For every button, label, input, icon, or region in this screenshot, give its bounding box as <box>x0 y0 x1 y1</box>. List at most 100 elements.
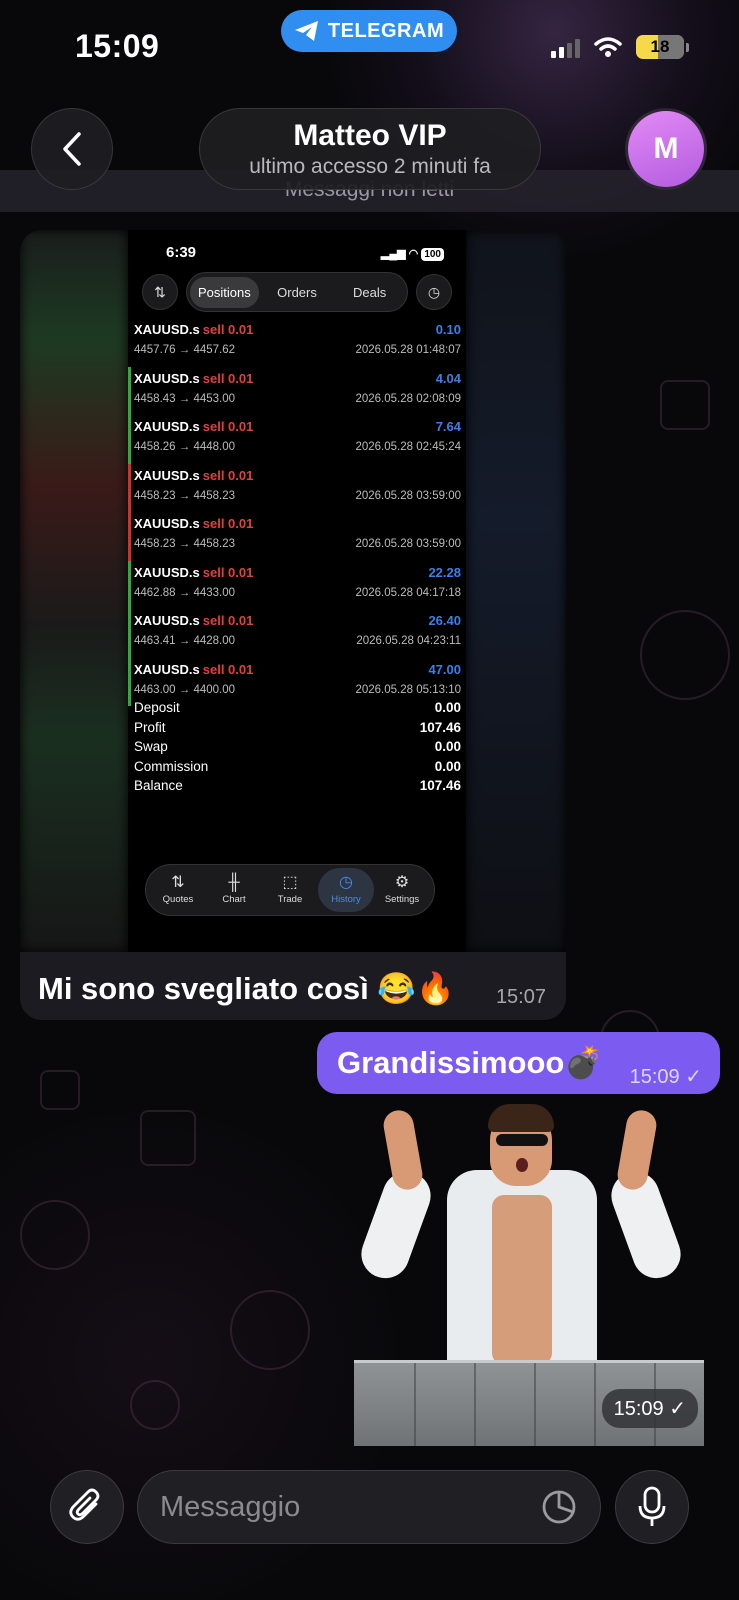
message-caption: Mi sono svegliato così 😂🔥 <box>38 971 455 1006</box>
screenshot-tabs: Positions Orders Deals <box>186 272 408 312</box>
sort-icon: ⇅ <box>142 274 178 310</box>
status-bar: 15:09 TELEGRAM 18 <box>0 0 739 96</box>
tab-positions: Positions <box>190 276 259 308</box>
chevron-left-icon <box>63 132 81 166</box>
trade-row: XAUUSD.s sell 0.01 4458.26 → 4448.00 7.64 20… <box>128 415 466 464</box>
trading-screenshot-photo[interactable]: 6:39 ▂▄▆ ◠ 100 ⇅ Positions Orders Deals … <box>20 230 566 952</box>
chat-title: Matteo VIP <box>293 119 447 152</box>
summary-label: Commission <box>134 758 209 774</box>
trade-symbol: XAUUSD.s sell 0.01 <box>134 467 254 483</box>
chat-title-pill[interactable]: Matteo VIP ultimo accesso 2 minuti fa <box>199 108 541 190</box>
trade-datetime: 2026.05.28 01:48:07 <box>355 344 461 356</box>
paperclip-icon <box>69 1488 100 1521</box>
wifi-icon <box>594 37 622 57</box>
summary-row: Deposit 0.00 <box>134 700 461 720</box>
summary-value: 107.46 <box>419 719 461 735</box>
quotes-icon: ⇅ <box>171 874 185 891</box>
battery-level: 18 <box>650 37 670 56</box>
trade-row: XAUUSD.s sell 0.01 4463.00 → 4400.00 47.00 2… <box>128 657 466 706</box>
sticker-icon[interactable] <box>540 1488 578 1526</box>
wallpaper-doodle <box>130 1380 180 1430</box>
incoming-photo-message[interactable]: 6:39 ▂▄▆ ◠ 100 ⇅ Positions Orders Deals … <box>20 230 566 1020</box>
trade-datetime: 2026.05.28 03:59:00 <box>355 489 461 502</box>
telegram-plane-icon <box>294 21 318 41</box>
trade-symbol: XAUUSD.s sell 0.01 <box>134 613 254 628</box>
tab-deals: Deals <box>353 284 387 300</box>
screenshot-bottom-nav: ⇅ Quotes ╫ Chart ⬚ Trade ◷ History ⚙ Settings <box>145 864 435 916</box>
voice-record-button[interactable] <box>615 1470 689 1544</box>
screenshot-topbar: ⇅ Positions Orders Deals ◷ <box>142 272 452 312</box>
outgoing-text-message[interactable]: Grandissimooo💣 15:09 ✓ <box>317 1032 720 1094</box>
trade-datetime: 2026.05.28 04:17:18 <box>355 586 461 599</box>
message-input-container[interactable] <box>137 1470 601 1544</box>
message-time: 15:09 ✓ <box>601 1389 698 1428</box>
trade-prices: 4458.23 → 4458.23 <box>134 538 236 550</box>
summary-value: 0.00 <box>434 700 461 715</box>
message-time: 15:07 <box>495 986 546 1008</box>
trade-datetime: 2026.05.28 03:59:00 <box>355 538 461 550</box>
nav-label: Settings <box>384 894 420 905</box>
wallpaper-doodle <box>140 1110 196 1166</box>
screenshot-battery: 100 <box>421 248 444 261</box>
trade-profit: 47.00 <box>428 661 461 677</box>
wallpaper-doodle <box>660 380 710 430</box>
trade-prices: 4463.00 → 4400.00 <box>134 683 236 696</box>
avatar[interactable]: M <box>625 108 707 190</box>
trade-prices: 4463.41 → 4428.00 <box>134 635 236 647</box>
summary-row: Balance 107.46 <box>134 778 461 798</box>
message-text: Grandissimooo💣 <box>337 1045 603 1080</box>
trade-prices: 4458.26 → 4448.00 <box>134 441 236 453</box>
history-icon: ◷ <box>339 874 353 891</box>
message-time: 15:09 ✓ <box>629 1066 702 1088</box>
attach-button[interactable] <box>50 1470 124 1544</box>
summary-value: 107.46 <box>419 778 461 794</box>
trade-chart-icon: ⬚ <box>282 874 298 891</box>
trade-prices: 4457.76 → 4457.62 <box>134 344 236 356</box>
trade-profit: 22.28 <box>428 564 461 580</box>
trade-symbol: XAUUSD.s sell 0.01 <box>134 516 254 531</box>
trade-row: XAUUSD.s sell 0.01 4458.23 → 4458.23 2026.0… <box>128 463 466 512</box>
screenshot-status-bar: 6:39 ▂▄▆ ◠ 100 <box>166 244 444 264</box>
status-indicators: 18 <box>551 35 689 59</box>
summary-label: Balance <box>134 778 183 794</box>
screenshot-nav-settings: ⚙ Settings <box>374 868 430 912</box>
trade-datetime: 2026.05.28 05:13:10 <box>355 683 461 696</box>
trade-profit: 26.40 <box>428 613 461 628</box>
chat-header: Matteo VIP ultimo accesso 2 minuti fa M <box>0 104 739 204</box>
trade-profit: 0.10 <box>435 322 461 337</box>
trade-datetime: 2026.05.28 02:08:09 <box>355 392 461 405</box>
candlestick-icon: ╫ <box>228 874 240 891</box>
summary-row: Profit 107.46 <box>134 720 461 740</box>
nav-label: Chart <box>222 894 246 905</box>
sticker-message[interactable]: 15:09 ✓ <box>352 1100 704 1446</box>
trade-row: XAUUSD.s sell 0.01 4462.88 → 4433.00 22.28 2… <box>128 560 466 609</box>
trading-app-screen: 6:39 ▂▄▆ ◠ 100 ⇅ Positions Orders Deals … <box>128 230 466 952</box>
summary-value: 0.00 <box>434 739 461 755</box>
tab-orders: Orders <box>277 284 317 300</box>
last-seen-status: ultimo accesso 2 minuti fa <box>249 155 491 178</box>
back-button[interactable] <box>31 108 113 190</box>
message-composer <box>0 1466 739 1546</box>
wallpaper-doodle <box>40 1070 80 1110</box>
trade-datetime: 2026.05.28 04:23:11 <box>356 635 461 647</box>
message-input[interactable] <box>160 1490 540 1524</box>
trade-profit: 4.04 <box>435 370 461 386</box>
screenshot-nav-quotes: ⇅ Quotes <box>150 868 206 912</box>
nav-label: Trade <box>277 894 303 905</box>
nav-label: History <box>331 894 361 905</box>
wallpaper-doodle <box>640 610 730 700</box>
clock-icon: ◷ <box>416 274 452 310</box>
trade-row: XAUUSD.s sell 0.01 4457.76 → 4457.62 0.10 20… <box>128 318 466 367</box>
cellular-signal-icon <box>551 36 580 58</box>
telegram-pill-label: TELEGRAM <box>327 19 445 42</box>
trade-prices: 4462.88 → 4433.00 <box>134 586 236 599</box>
wallpaper-doodle <box>230 1290 310 1370</box>
screenshot-nav-history: ◷ History <box>318 868 374 912</box>
summary-value: 0.00 <box>434 758 461 774</box>
microphone-icon <box>638 1486 666 1526</box>
summary-row: Commission 0.00 <box>134 759 461 779</box>
status-time: 15:09 <box>75 28 160 64</box>
screenshot-nav-trade: ⬚ Trade <box>262 868 318 912</box>
wallpaper-doodle <box>20 1200 90 1270</box>
telegram-pill[interactable]: TELEGRAM <box>281 10 457 52</box>
